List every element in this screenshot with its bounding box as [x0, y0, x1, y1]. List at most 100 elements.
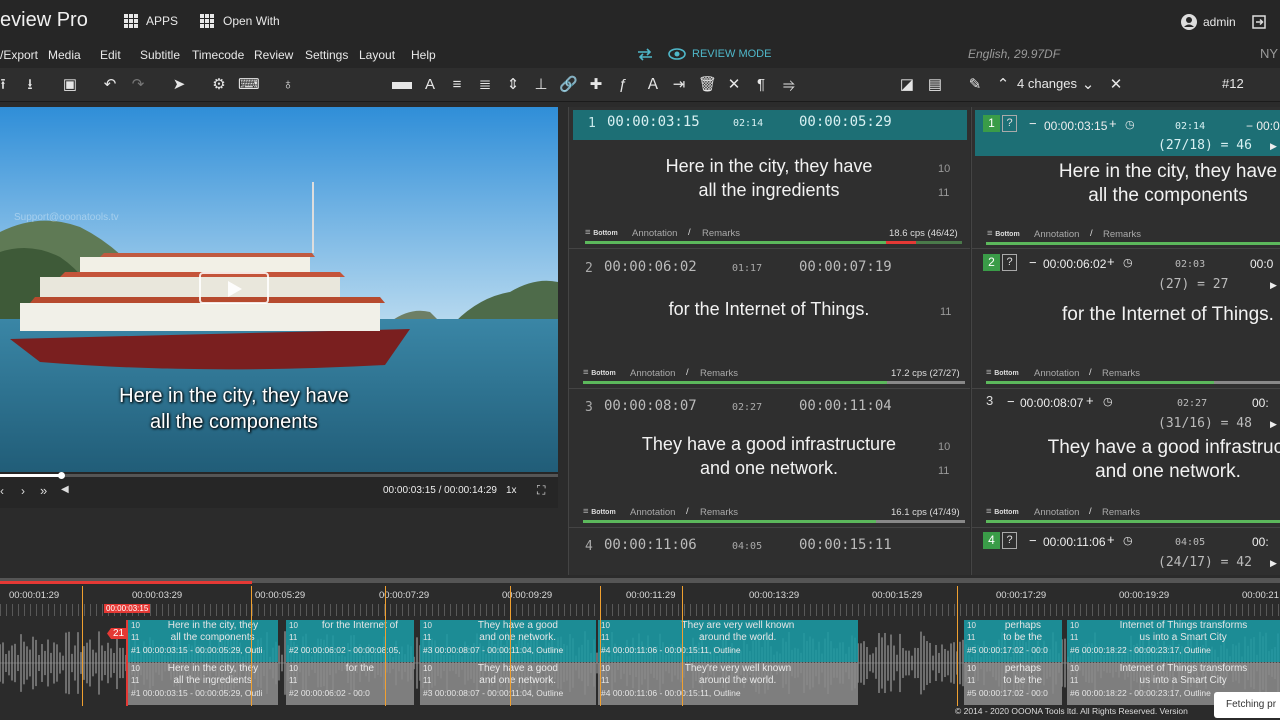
subtitle-text[interactable]: They have a good infrastructure and one … [589, 432, 949, 480]
plus-icon[interactable]: + [1107, 254, 1115, 269]
keyboard-icon[interactable]: ⌨ [238, 76, 260, 94]
open-with-button[interactable]: Open With [200, 14, 280, 28]
step-back-icon[interactable]: ‹ [0, 484, 4, 498]
status-question[interactable]: ? [1002, 115, 1017, 132]
timecode-in[interactable]: 00:00:03:15 [1044, 119, 1107, 133]
notes-icon[interactable]: ▤ [926, 76, 944, 94]
user-menu[interactable]: admin [1181, 14, 1236, 30]
import-video-icon[interactable]: ▣ [61, 76, 79, 94]
annotation-link[interactable]: Annotation [1034, 507, 1079, 518]
subtitle-cell[interactable]: 3 − 00:00:08:07 + ◷ 02:27 00: (31/16) = … [972, 389, 1280, 528]
menu-edit[interactable]: Edit [100, 48, 121, 62]
timeline-segment[interactable]: 10 for the 11 #2 00:00:06:02 - 00:0 [286, 663, 414, 705]
vertical-position-icon[interactable]: ⇕ [504, 76, 522, 94]
timeline-segment[interactable]: 10 Here in the city, they 11 all the compon… [128, 620, 278, 662]
timecode-in[interactable]: 00:00:08:07 [604, 398, 697, 414]
subtitle-cell[interactable]: 2 ? − 00:00:06:02 + ◷ 02:03 00:0 (27) = … [972, 249, 1280, 389]
align-justify-icon[interactable]: ≡ [448, 76, 466, 94]
subtitle-cell[interactable]: 1 ? − 00:00:03:15 + ◷ 02:14 − 00:00 (27/… [972, 110, 1280, 249]
font-outline-icon[interactable]: A [421, 76, 439, 94]
annotation-link[interactable]: Annotation [1034, 368, 1079, 379]
play-icon[interactable]: ▶ [1270, 141, 1277, 152]
position-label[interactable]: ≡ Bottom [585, 227, 618, 238]
subtitle-text[interactable]: for the Internet of Things. [589, 297, 949, 321]
menu-settings[interactable]: Settings [305, 48, 348, 62]
annotation-link[interactable]: Annotation [632, 228, 677, 239]
timecode-out[interactable]: 00:00:11:04 [799, 398, 892, 414]
add-icon[interactable]: ✚ [587, 76, 605, 94]
function-icon[interactable]: ƒ [614, 76, 632, 94]
timecode-in[interactable]: 00:00:08:07 [1020, 396, 1083, 410]
status-question[interactable]: ? [1002, 254, 1017, 271]
minus-icon[interactable]: − [1007, 394, 1015, 409]
changes-count[interactable]: 4 changes [1017, 76, 1077, 91]
timeline-segment[interactable]: 10 for the Internet of 11 #2 00:00:06:02 - … [286, 620, 414, 662]
menu-review[interactable]: Review [254, 48, 293, 62]
goto-icon[interactable]: ⇥ [670, 76, 688, 94]
redo-icon[interactable]: ↷ [129, 76, 147, 94]
timecode-out[interactable]: 00:00:15:11 [799, 537, 892, 553]
upload-icon[interactable]: ⭱ [0, 76, 12, 94]
plus-icon[interactable]: + [1086, 393, 1094, 408]
remarks-link[interactable]: Remarks [1102, 507, 1140, 518]
chevron-up-icon[interactable]: ⌃ [994, 76, 1012, 94]
clock-icon[interactable]: ◷ [1123, 534, 1133, 547]
annotation-link[interactable]: Annotation [1034, 229, 1079, 240]
annotation-link[interactable]: Annotation [630, 368, 675, 379]
play-icon[interactable]: ▶ [1270, 280, 1277, 291]
edit-box-icon[interactable]: ◪ [898, 76, 916, 94]
subtitle-cell[interactable]: 3 00:00:08:07 02:27 00:00:11:04 They hav… [569, 389, 970, 528]
play-icon[interactable]: ▶ [1270, 419, 1277, 430]
subtitle-text[interactable]: They have a good infrastruct and one net… [1008, 436, 1280, 484]
timecode-in[interactable]: 00:00:11:06 [1043, 535, 1106, 549]
remarks-link[interactable]: Remarks [702, 228, 740, 239]
menu-help[interactable]: Help [411, 48, 436, 62]
annotation-link[interactable]: Annotation [630, 507, 675, 518]
timecode-in[interactable]: 00:00:11:06 [604, 537, 697, 553]
timeline-segment[interactable]: 10 perhaps 11 to be the #5 00:00:17:02 - 00:… [964, 620, 1062, 662]
timeline[interactable]: 00:00:01:29 00:00:03:29 00:00:05:29 00:0… [0, 578, 1280, 720]
subtitle-cell[interactable]: 4 ? − 00:00:11:06 + ◷ 04:05 00: (24/17) … [972, 528, 1280, 575]
progress-handle[interactable] [58, 472, 65, 479]
timecode-out[interactable]: 00: [1252, 396, 1269, 410]
subtitle-cell[interactable]: 2 00:00:06:02 01:17 00:00:07:19 for the … [569, 249, 970, 389]
cue-marker[interactable] [385, 586, 386, 706]
menu-media[interactable]: Media [48, 48, 81, 62]
timeline-segment[interactable]: 10 They're very well known 11 around the wo… [598, 663, 858, 705]
menu-layout[interactable]: Layout [359, 48, 395, 62]
fullscreen-icon[interactable]: ⛶ [537, 483, 545, 498]
menu-timecode[interactable]: Timecode [192, 48, 244, 62]
split-icon[interactable]: ⊥ [532, 76, 550, 94]
playback-speed[interactable]: 1x [506, 485, 517, 496]
trash-icon[interactable]: 🗑 [698, 76, 717, 94]
chevron-down-icon[interactable]: ⌄ [1079, 76, 1097, 94]
subtitle-text[interactable]: Here in the city, they have all the ingr… [589, 154, 949, 202]
clock-icon[interactable]: ◷ [1103, 395, 1113, 408]
step-forward-icon[interactable]: › [21, 484, 25, 498]
clock-icon[interactable]: ◷ [1125, 118, 1135, 131]
download-icon[interactable]: ⭳ [21, 76, 39, 94]
position-label[interactable]: ≡ Bottom [583, 506, 616, 517]
cue-marker[interactable] [510, 586, 511, 706]
cue-marker[interactable] [600, 586, 601, 706]
apps-button[interactable]: APPS [124, 14, 178, 28]
minus-icon[interactable]: − [1029, 255, 1037, 270]
subtitle-cell[interactable]: 1 00:00:03:15 02:14 00:00:05:29 Here in … [569, 110, 970, 249]
pencil-icon[interactable]: ✎ [966, 76, 984, 94]
timecode-out[interactable]: 00: [1252, 535, 1269, 549]
timecode-out[interactable]: − 00:00 [1246, 119, 1280, 133]
text-case-icon[interactable]: Ａ [644, 76, 662, 94]
gear-icon[interactable]: ⚙ [210, 76, 228, 94]
timeline-segment[interactable]: 10 They have a good 11 and one network. #3 0… [420, 620, 596, 662]
paragraph-icon[interactable]: ¶ [752, 76, 770, 94]
cue-marker[interactable] [251, 586, 252, 706]
progress-track[interactable] [0, 474, 558, 477]
timecode-out[interactable]: 00:00:07:19 [799, 259, 892, 275]
position-label[interactable]: ≡ Bottom [583, 367, 616, 378]
remarks-link[interactable]: Remarks [1102, 368, 1140, 379]
timeline-segment[interactable]: 10 They are very well known 11 around the w… [598, 620, 858, 662]
timeline-segment[interactable]: 10 perhaps 11 to be the #5 00:00:17:02 - 00:… [964, 663, 1062, 705]
timecode-in[interactable]: 00:00:06:02 [1043, 257, 1106, 271]
fast-forward-icon[interactable]: » [40, 483, 47, 498]
undo-icon[interactable]: ↶ [101, 76, 119, 94]
